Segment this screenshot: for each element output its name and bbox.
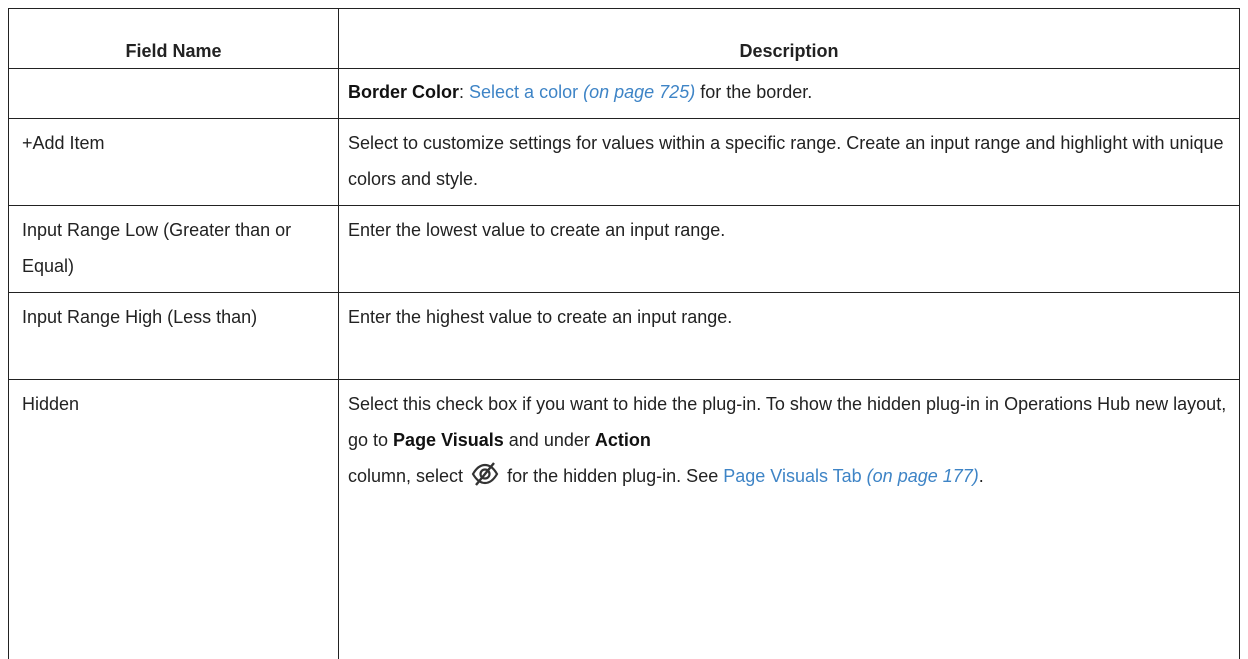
select-color-page-link[interactable]: (on page 725) [583, 82, 695, 102]
page-visuals-tab-page-link[interactable]: (on page 177) [867, 466, 979, 486]
hidden-desc-part4: for the hidden plug-in. See [507, 466, 724, 486]
description-cell: Enter the lowest value to create an inpu… [339, 205, 1239, 292]
eye-slash-icon [471, 460, 499, 488]
hidden-desc-part3: column, select [348, 466, 464, 486]
field-name: +Add Item [22, 133, 105, 153]
field-cell [9, 68, 339, 118]
header-description: Description [739, 41, 839, 61]
field-cell: Input Range High (Less than) [9, 292, 339, 379]
table-row: Input Range Low (Greater than or Equal) … [9, 205, 1239, 293]
field-name: Input Range Low (Greater than or Equal) [22, 220, 292, 276]
hidden-desc-part2: and under [503, 430, 595, 450]
field-cell: +Add Item [9, 118, 339, 205]
table-header-row: Field Name Description [9, 9, 1239, 69]
hidden-desc-end: . [978, 466, 984, 486]
description-cell: Border Color: Select a color (on page 72… [339, 68, 1239, 118]
action-label: Action [594, 430, 651, 450]
description-cell: Select this check box if you want to hid… [339, 379, 1239, 659]
description-cell: Select to customize settings for values … [339, 118, 1239, 205]
field-cell: Hidden [9, 379, 339, 659]
description-text: Enter the highest value to create an inp… [348, 307, 733, 327]
header-cell-description: Description [339, 9, 1239, 68]
table-row: Input Range High (Less than) Enter the h… [9, 292, 1239, 380]
field-name: Hidden [22, 394, 80, 414]
description-text: Select to customize settings for values … [348, 133, 1224, 189]
header-cell-field-name: Field Name [9, 9, 339, 68]
border-color-tail: for the border. [695, 82, 813, 102]
description-text: Select this check box if you want to hid… [348, 386, 1227, 494]
table-row: Border Color: Select a color (on page 72… [9, 68, 1239, 119]
page-visuals-label: Page Visuals [393, 430, 504, 450]
field-name: Input Range High (Less than) [22, 307, 258, 327]
table-row: Hidden Select this check box if you want… [9, 379, 1239, 659]
field-cell: Input Range Low (Greater than or Equal) [9, 205, 339, 292]
description-cell: Enter the highest value to create an inp… [339, 292, 1239, 379]
description-text: Enter the lowest value to create an inpu… [348, 220, 726, 240]
table-row: +Add Item Select to customize settings f… [9, 118, 1239, 206]
border-color-separator: : [459, 82, 470, 102]
description-text: Border Color: Select a color (on page 72… [348, 74, 1227, 110]
field-description-table: Field Name Description Border Color: Sel… [8, 8, 1240, 659]
header-field-name: Field Name [125, 41, 222, 61]
select-color-link[interactable]: Select a color [469, 82, 578, 102]
border-color-label: Border Color [348, 82, 460, 102]
page-visuals-tab-link[interactable]: Page Visuals Tab [723, 466, 861, 486]
